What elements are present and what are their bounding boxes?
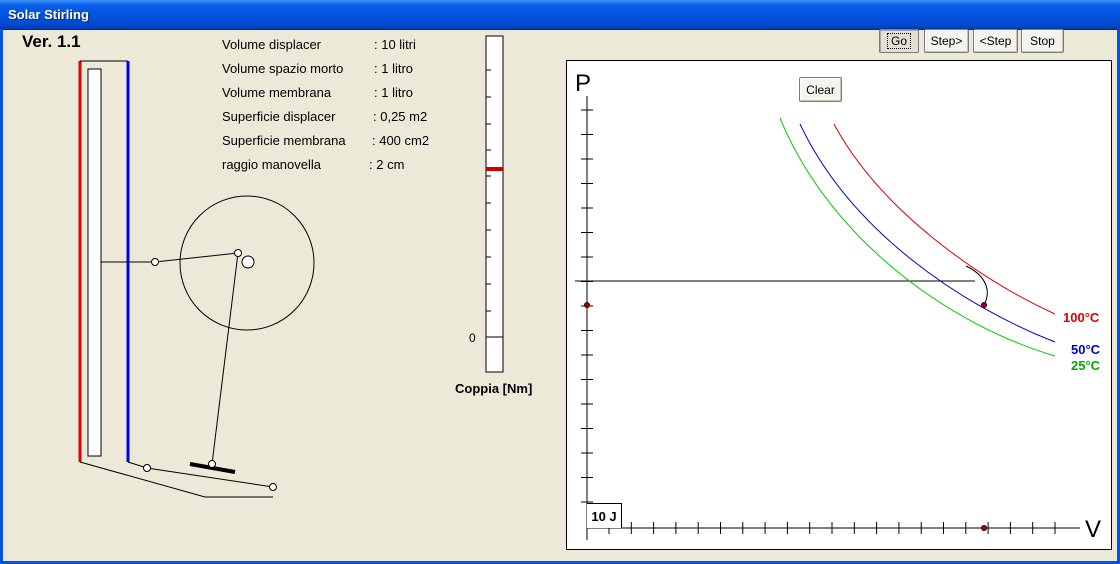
membrane <box>146 467 274 488</box>
step-forward-label: Step> <box>930 34 963 48</box>
pivot <box>269 483 277 491</box>
legend-100c: 100°C <box>1063 310 1100 325</box>
clear-button[interactable]: Clear <box>799 77 842 102</box>
app-window: Solar Stirling Ver. 1.1 Volume displacer… <box>0 0 1120 564</box>
pivot <box>208 460 216 468</box>
legend-25c: 25°C <box>1071 358 1101 373</box>
clear-label: Clear <box>806 82 835 97</box>
stop-label: Stop <box>1030 34 1055 48</box>
pivot <box>143 464 151 472</box>
v-axis-label: V <box>1085 516 1102 543</box>
pv-diagram <box>566 60 1112 550</box>
go-button[interactable]: Go <box>879 29 919 53</box>
pivot <box>151 258 159 266</box>
step-back-label: <Step <box>979 34 1012 48</box>
step-back-button[interactable]: <Step <box>973 29 1018 53</box>
gauge-zero-label: 0 <box>469 331 476 345</box>
energy-scale-label: 10 J <box>587 503 622 528</box>
step-forward-button[interactable]: Step> <box>924 29 969 53</box>
displacer[interactable] <box>87 68 102 457</box>
torque-indicator <box>486 167 503 171</box>
torque-gauge <box>485 35 504 373</box>
membrane-frame-left <box>79 461 206 498</box>
stop-button[interactable]: Stop <box>1021 29 1064 53</box>
gauge-caption: Coppia [Nm] <box>455 381 533 396</box>
connecting-rod-upper <box>154 252 239 263</box>
legend-50c: 50°C <box>1071 342 1101 357</box>
stirling-mechanism <box>78 35 504 498</box>
go-button-label: Go <box>886 33 912 49</box>
flywheel-axle <box>241 255 255 269</box>
crank-pin <box>234 249 242 257</box>
connecting-rod-lower <box>211 252 239 465</box>
p-axis-label: P <box>575 70 592 97</box>
